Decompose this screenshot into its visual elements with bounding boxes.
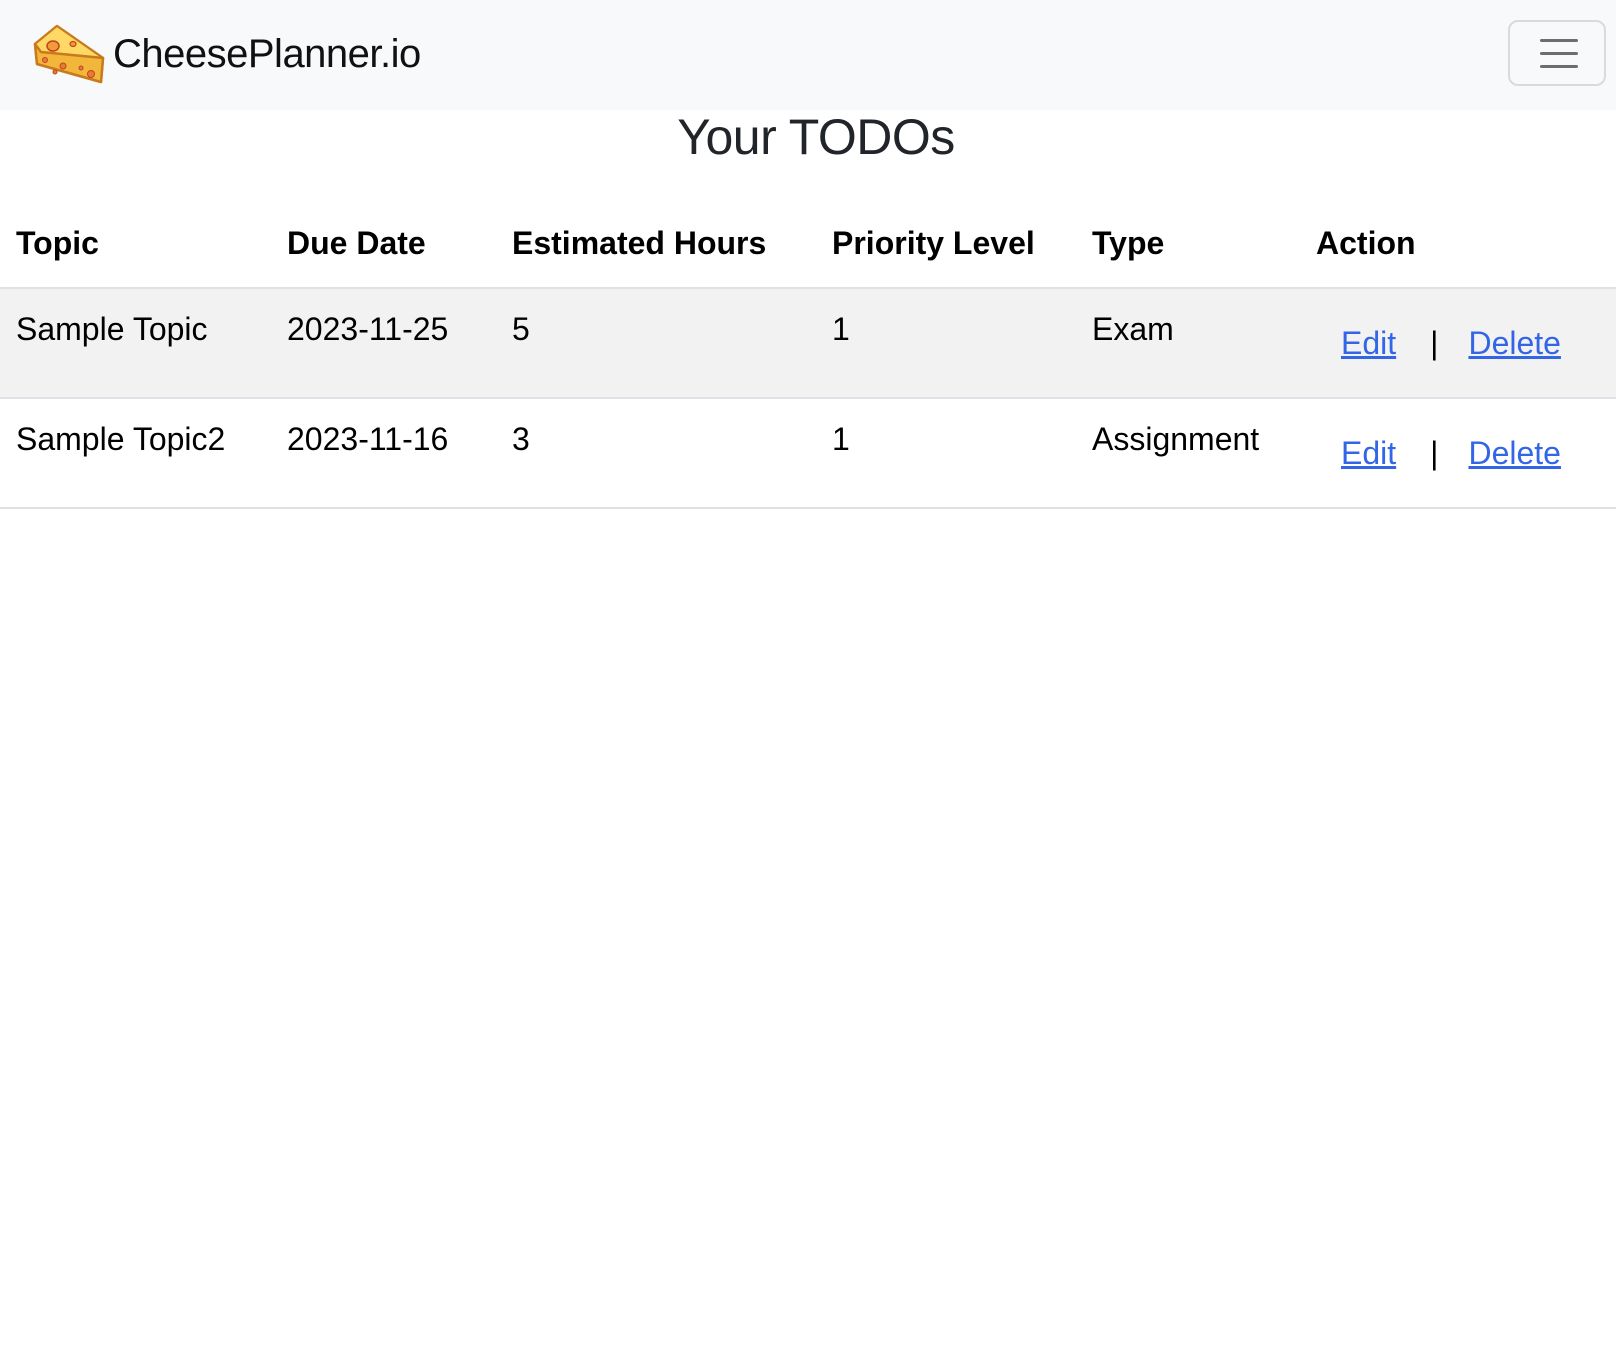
cell-due-date: 2023-11-25: [271, 288, 496, 399]
cell-priority-level: 1: [816, 398, 1076, 509]
cell-type: Assignment: [1076, 398, 1300, 509]
header-due-date: Due Date: [271, 214, 496, 289]
cheese-icon: [33, 24, 105, 84]
action-separator: |: [1430, 325, 1439, 361]
todo-table: Topic Due Date Estimated Hours Priority …: [0, 214, 1616, 509]
header-action: Action: [1300, 214, 1616, 289]
delete-link[interactable]: Delete: [1468, 435, 1561, 472]
brand-name: CheesePlanner.io: [113, 31, 421, 76]
action-separator: |: [1430, 435, 1439, 471]
brand-link[interactable]: CheesePlanner.io: [33, 22, 421, 86]
cell-action: Edit | Delete: [1300, 398, 1616, 509]
page-title: Your TODOs: [677, 109, 955, 165]
cell-topic: Sample Topic2: [0, 398, 271, 509]
delete-link[interactable]: Delete: [1468, 325, 1561, 362]
header-priority-level: Priority Level: [816, 214, 1076, 289]
cell-topic: Sample Topic: [0, 288, 271, 399]
header-topic: Topic: [0, 214, 271, 289]
edit-link[interactable]: Edit: [1341, 325, 1396, 362]
cell-action: Edit | Delete: [1300, 288, 1616, 399]
navbar-toggle-button[interactable]: [1508, 20, 1606, 86]
cell-due-date: 2023-11-16: [271, 398, 496, 509]
navbar: CheesePlanner.io: [0, 0, 1616, 110]
table-header-row: Topic Due Date Estimated Hours Priority …: [0, 214, 1616, 289]
table-row: Sample Topic 2023-11-25 5 1 Exam Edit | …: [0, 288, 1616, 399]
edit-link[interactable]: Edit: [1341, 435, 1396, 472]
cell-estimated-hours: 5: [496, 288, 816, 399]
table-row: Sample Topic2 2023-11-16 3 1 Assignment …: [0, 398, 1616, 509]
cell-estimated-hours: 3: [496, 398, 816, 509]
header-type: Type: [1076, 214, 1300, 289]
cell-type: Exam: [1076, 288, 1300, 399]
header-estimated-hours: Estimated Hours: [496, 214, 816, 289]
cell-priority-level: 1: [816, 288, 1076, 399]
